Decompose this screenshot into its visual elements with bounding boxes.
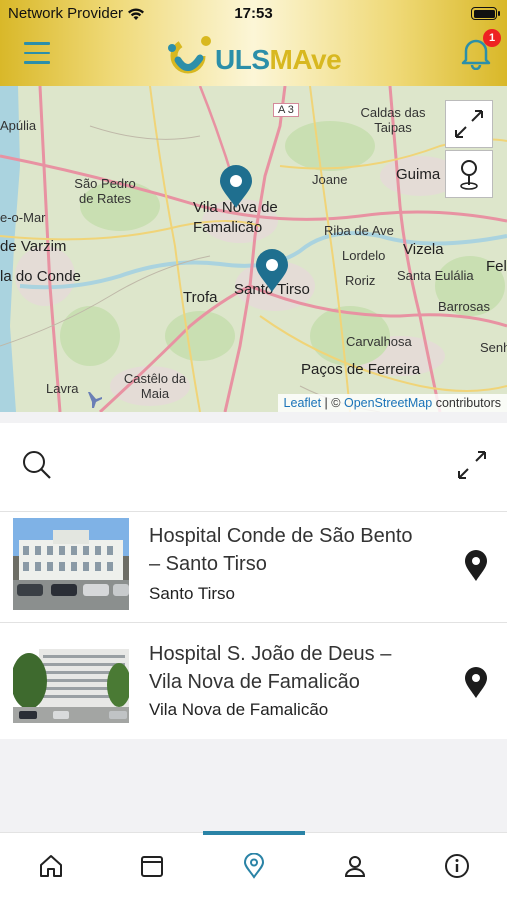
status-time: 17:53 xyxy=(234,5,273,22)
map-label: Joane xyxy=(312,172,348,187)
map-pin-icon xyxy=(243,853,265,879)
map-label: São Pedro de Rates xyxy=(74,176,136,206)
locate-pin-icon xyxy=(460,160,478,190)
hospital-name-line1: Hospital Conde de São Bento xyxy=(149,525,413,547)
map-label: Trofa xyxy=(183,289,218,306)
map-label: Carvalhosa xyxy=(346,334,412,349)
expand-icon xyxy=(455,110,483,138)
tab-home[interactable] xyxy=(0,833,101,900)
tab-map[interactable] xyxy=(203,833,304,900)
tab-calendar[interactable] xyxy=(101,833,202,900)
map-label: de Varzim xyxy=(0,238,67,255)
map-label: Roriz xyxy=(345,273,376,288)
map-label: Caldas das Taipas xyxy=(360,105,426,135)
hospital-photo xyxy=(13,631,129,723)
osm-link[interactable]: OpenStreetMap xyxy=(344,396,432,410)
map-attribution: Leaflet | © OpenStreetMap contributors xyxy=(277,394,507,412)
hospital-name-line2: Vila Nova de Famalicão xyxy=(149,671,360,693)
map-label: A 3 xyxy=(273,103,299,117)
hospital-list-item[interactable]: Hospital Conde de São Bento – Santo Tirs… xyxy=(0,512,507,618)
map-label: Paços de Ferreira xyxy=(301,361,421,378)
map-fullscreen-button[interactable] xyxy=(445,100,493,148)
attribution-separator: | © xyxy=(321,396,344,410)
tab-profile[interactable] xyxy=(304,833,405,900)
hospital-name: Hospital Conde de São Bento – Santo Tirs… xyxy=(149,522,449,578)
map-marker-famalicao[interactable] xyxy=(218,164,254,210)
logo-mark-icon xyxy=(168,36,211,74)
map-label: Castêlo da Maia xyxy=(123,371,187,401)
search-row xyxy=(0,423,507,511)
hospital-name: Hospital S. João de Deus – Vila Nova de … xyxy=(149,640,449,696)
hospital-list-panel: Hospital Conde de São Bento – Santo Tirs… xyxy=(0,423,507,739)
location-pin-icon[interactable] xyxy=(464,550,488,582)
map-view[interactable]: Apúlia São Pedro de Rates Vila Nova de F… xyxy=(0,86,507,412)
hospital-name-line2: – Santo Tirso xyxy=(149,553,267,575)
brand-suffix: MAve xyxy=(269,44,342,75)
brand-logo: ULSMAve xyxy=(162,30,362,82)
map-locate-button[interactable] xyxy=(445,150,493,198)
hospital-photo xyxy=(13,518,129,610)
user-icon xyxy=(344,856,366,877)
calendar-icon xyxy=(141,856,163,877)
map-label: la do Conde xyxy=(0,268,81,285)
notification-badge: 1 xyxy=(483,29,501,47)
hospital-city: Vila Nova de Famalicão xyxy=(149,700,329,719)
hospital-city: Santo Tirso xyxy=(149,584,235,603)
battery-icon xyxy=(471,7,500,20)
map-label: Riba de Ave xyxy=(324,223,394,238)
map-label: Lordelo xyxy=(342,248,386,263)
map-label: e-o-Mar xyxy=(0,210,46,225)
info-icon xyxy=(445,854,469,878)
map-label: Barrosas xyxy=(438,299,491,314)
hospital-name-line1: Hospital S. João de Deus – xyxy=(149,643,392,665)
map-label: Lavra xyxy=(46,381,79,396)
app-header: Network Provider 17:53 ULSMAve 1 xyxy=(0,0,507,86)
brand-prefix: ULS xyxy=(215,44,270,75)
map-label: Vizela xyxy=(403,241,444,258)
map-label: Fel xyxy=(486,258,507,275)
home-icon xyxy=(40,855,62,877)
attribution-suffix: contributors xyxy=(432,396,501,410)
map-label: Apúlia xyxy=(0,118,37,133)
tab-info[interactable] xyxy=(406,833,507,900)
expand-list-icon[interactable] xyxy=(455,448,489,482)
menu-button[interactable] xyxy=(24,42,50,64)
map-label: Senh xyxy=(480,340,507,355)
bottom-tab-bar xyxy=(0,831,507,900)
status-bar: Network Provider 17:53 xyxy=(8,4,500,24)
map-label: Santa Eulália xyxy=(397,268,474,283)
brand-name: ULSMAve xyxy=(215,44,342,76)
location-pin-icon[interactable] xyxy=(464,667,488,699)
map-label: Guima xyxy=(396,166,441,183)
search-icon[interactable] xyxy=(21,449,53,481)
leaflet-link[interactable]: Leaflet xyxy=(284,396,322,410)
hospital-list-item[interactable]: Hospital S. João de Deus – Vila Nova de … xyxy=(0,623,507,729)
map-marker-santo-tirso[interactable] xyxy=(254,248,290,294)
